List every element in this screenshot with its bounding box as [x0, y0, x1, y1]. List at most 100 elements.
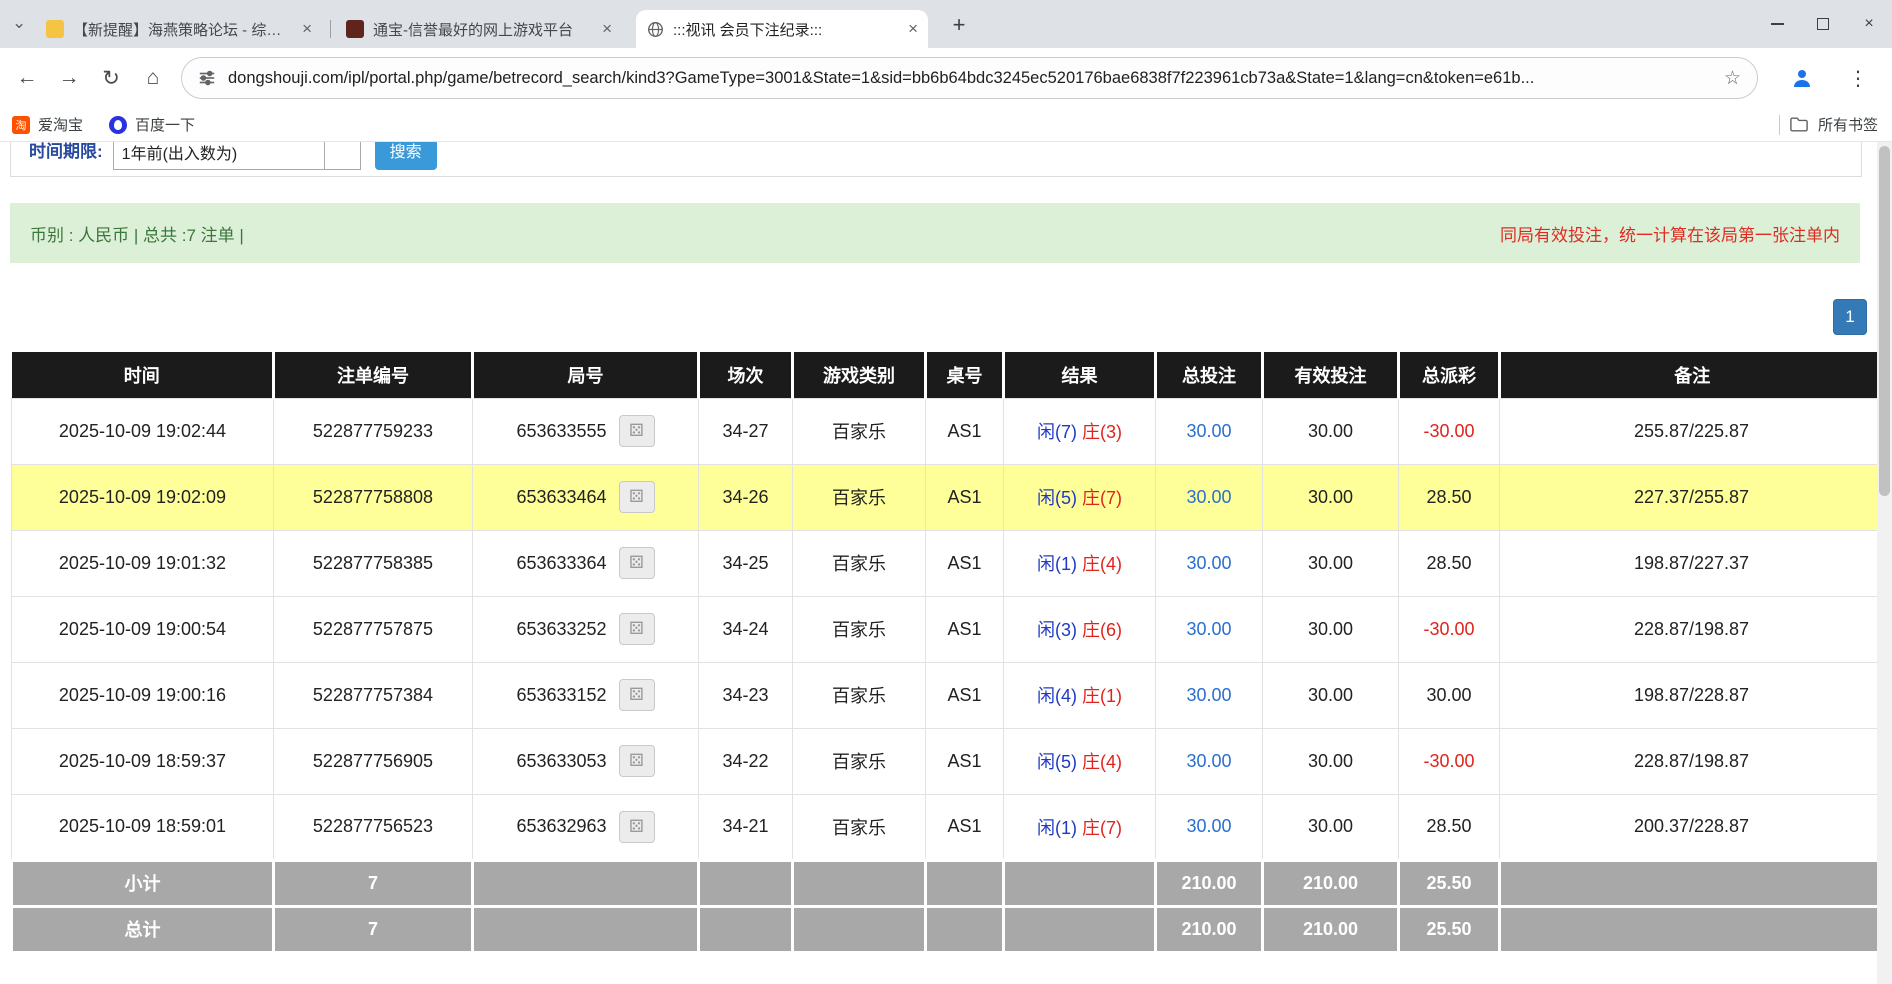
maximize-button[interactable] — [1800, 0, 1846, 48]
cell-time: 2025-10-09 19:01:32 — [12, 530, 274, 596]
round-number: 653633464 — [516, 487, 606, 508]
payout-value: 28.50 — [1426, 487, 1471, 507]
cell-bet-id: 522877758385 — [274, 530, 473, 596]
table-row: 2025-10-09 18:59:37522877756905653633053… — [12, 728, 1878, 794]
refresh-button[interactable]: ↻ — [90, 57, 132, 99]
tab-bet-record[interactable]: :::视讯 会员下注纪录::: × — [636, 10, 928, 48]
subtotal-row-cell: 210.00 — [1156, 860, 1263, 906]
tongbao-favicon-icon — [346, 20, 364, 38]
bookmark-star-icon[interactable]: ☆ — [1724, 67, 1741, 90]
cell-table-number: AS1 — [926, 596, 1004, 662]
game-result-image-button[interactable]: ⚄ — [619, 481, 655, 513]
cell-note: 198.87/228.87 — [1500, 662, 1878, 728]
cell-total-bet: 30.00 — [1156, 398, 1263, 464]
profile-avatar-icon[interactable] — [1786, 62, 1818, 94]
total-bet-link[interactable]: 30.00 — [1186, 421, 1231, 441]
cell-result: 闲(5) 庄(7) — [1004, 464, 1156, 530]
time-range-input[interactable] — [113, 142, 325, 170]
cell-payout: 28.50 — [1399, 794, 1500, 860]
cell-round: 653632963⚄ — [473, 794, 699, 860]
cell-total-bet: 30.00 — [1156, 728, 1263, 794]
total-row-cell: 210.00 — [1156, 906, 1263, 952]
subtotal-row-cell: 7 — [274, 860, 473, 906]
total-bet-link[interactable]: 30.00 — [1186, 816, 1231, 836]
bookmark-aitaobao[interactable]: 淘 爱淘宝 — [12, 114, 83, 135]
banker-result: 庄(4) — [1082, 554, 1122, 574]
cell-total-bet: 30.00 — [1156, 464, 1263, 530]
game-result-image-button[interactable]: ⚄ — [619, 745, 655, 777]
close-icon[interactable]: × — [302, 19, 312, 39]
tab-forum[interactable]: 【新提醒】海燕策略论坛 - 综合... × — [36, 10, 322, 48]
tab-title: 通宝-信誉最好的网上游戏平台 — [373, 19, 593, 40]
url-text[interactable]: dongshouji.com/ipl/portal.php/game/betre… — [228, 69, 1712, 88]
cell-table-number: AS1 — [926, 398, 1004, 464]
game-result-image-button[interactable]: ⚄ — [619, 613, 655, 645]
cell-result: 闲(4) 庄(1) — [1004, 662, 1156, 728]
subtotal-row-cell — [926, 860, 1004, 906]
cell-game-type: 百家乐 — [793, 728, 926, 794]
close-icon[interactable]: × — [602, 19, 612, 39]
scrollbar-thumb[interactable] — [1879, 146, 1890, 496]
bookmark-baidu[interactable]: 百度一下 — [109, 114, 195, 135]
total-bet-link[interactable]: 30.00 — [1186, 685, 1231, 705]
game-result-image-button[interactable]: ⚄ — [619, 547, 655, 579]
cell-valid-bet: 30.00 — [1263, 728, 1399, 794]
back-button[interactable]: ← — [6, 57, 48, 99]
subtotal-row-cell: 25.50 — [1399, 860, 1500, 906]
game-result-image-button[interactable]: ⚄ — [619, 415, 655, 447]
banker-result: 庄(1) — [1082, 686, 1122, 706]
cell-note: 228.87/198.87 — [1500, 596, 1878, 662]
home-button[interactable]: ⌂ — [132, 57, 174, 99]
minimize-icon — [1771, 23, 1784, 25]
total-bet-link[interactable]: 30.00 — [1186, 619, 1231, 639]
table-row: 2025-10-09 19:00:16522877757384653633152… — [12, 662, 1878, 728]
new-tab-button[interactable]: + — [945, 11, 973, 39]
browser-menu-icon[interactable]: ⋮ — [1842, 60, 1874, 96]
subtotal-row-cell — [473, 860, 699, 906]
cell-total-bet: 30.00 — [1156, 662, 1263, 728]
forward-button[interactable]: → — [48, 57, 90, 99]
filter-addon-button[interactable] — [325, 142, 361, 170]
cell-result: 闲(5) 庄(4) — [1004, 728, 1156, 794]
total-row-cell — [1004, 906, 1156, 952]
cell-table-number: AS1 — [926, 728, 1004, 794]
subtotal-row-cell — [1004, 860, 1156, 906]
tab-title: :::视讯 会员下注纪录::: — [673, 19, 899, 40]
game-result-image-button[interactable]: ⚄ — [619, 811, 655, 843]
player-result: 闲(5) — [1037, 752, 1077, 772]
cell-game-type: 百家乐 — [793, 794, 926, 860]
address-bar[interactable]: dongshouji.com/ipl/portal.php/game/betre… — [181, 57, 1758, 99]
cell-valid-bet: 30.00 — [1263, 662, 1399, 728]
bet-table-foot: 小计7210.00210.0025.50总计7210.00210.0025.50 — [12, 860, 1878, 952]
banker-result: 庄(7) — [1082, 488, 1122, 508]
minimize-button[interactable] — [1754, 0, 1800, 48]
cell-time: 2025-10-09 18:59:01 — [12, 794, 274, 860]
cell-total-bet: 30.00 — [1156, 794, 1263, 860]
cell-payout: -30.00 — [1399, 596, 1500, 662]
folder-icon — [1790, 117, 1808, 132]
subtotal-row-cell: 小计 — [12, 860, 274, 906]
total-row-cell — [793, 906, 926, 952]
cell-note: 227.37/255.87 — [1500, 464, 1878, 530]
close-window-button[interactable]: × — [1846, 0, 1892, 48]
total-bet-link[interactable]: 30.00 — [1186, 553, 1231, 573]
close-icon[interactable]: × — [908, 19, 918, 39]
pagination-page-1[interactable]: 1 — [1833, 299, 1867, 335]
round-number: 653633364 — [516, 553, 606, 574]
column-header: 总派彩 — [1399, 352, 1500, 398]
subtotal-row-cell — [1500, 860, 1878, 906]
round-number: 653633555 — [516, 421, 606, 442]
chevron-down-icon[interactable]: ⌄ — [12, 13, 26, 33]
search-button[interactable]: 搜索 — [375, 142, 437, 170]
cell-time: 2025-10-09 19:00:54 — [12, 596, 274, 662]
filter-label: 时间期限: — [29, 142, 103, 170]
all-bookmarks-button[interactable]: 所有书签 — [1818, 114, 1878, 135]
banker-result: 庄(4) — [1082, 752, 1122, 772]
game-result-image-button[interactable]: ⚄ — [619, 679, 655, 711]
total-bet-link[interactable]: 30.00 — [1186, 751, 1231, 771]
tab-tongbao[interactable]: 通宝-信誉最好的网上游戏平台 × — [336, 10, 622, 48]
total-bet-link[interactable]: 30.00 — [1186, 487, 1231, 507]
column-header: 结果 — [1004, 352, 1156, 398]
site-settings-icon[interactable] — [198, 69, 216, 87]
scrollbar[interactable] — [1877, 142, 1892, 984]
